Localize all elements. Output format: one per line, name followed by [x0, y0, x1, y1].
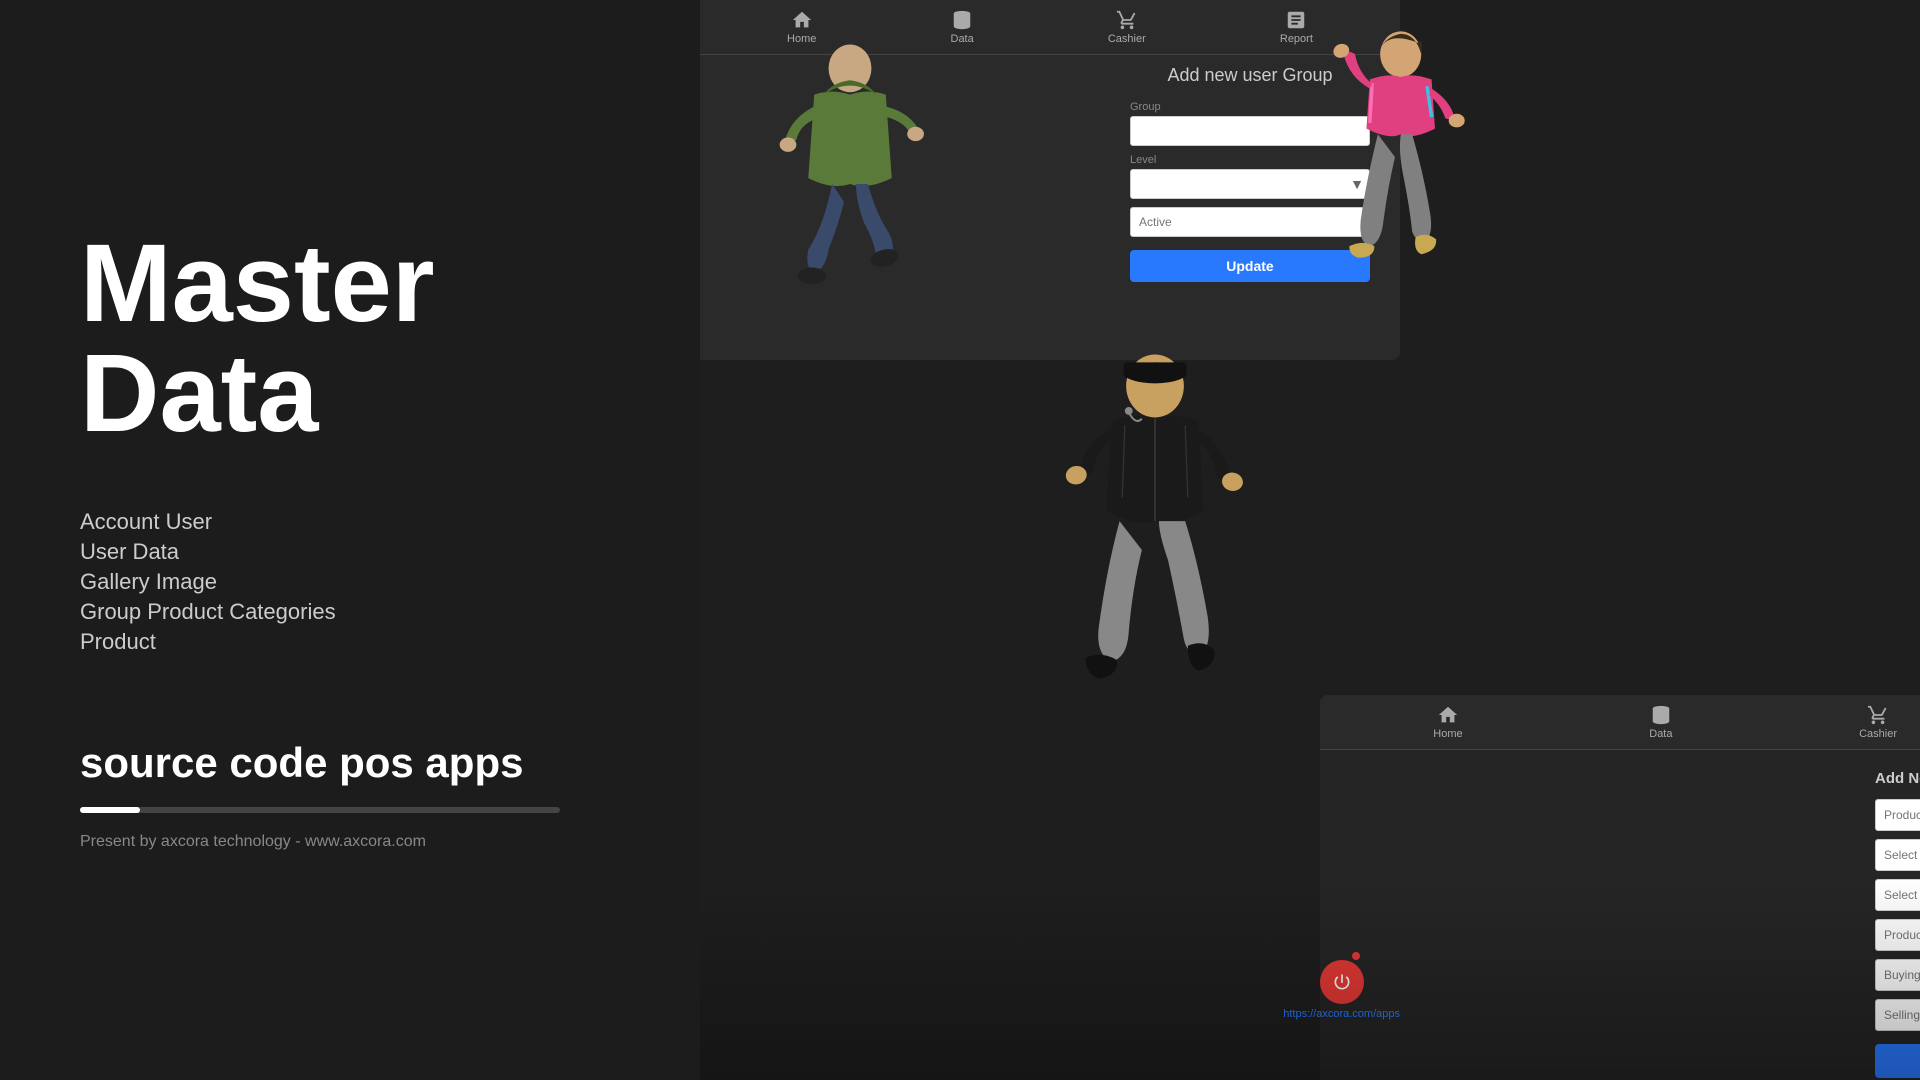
product-title-input[interactable] [1875, 799, 1920, 831]
cashier-icon-top [1116, 9, 1138, 31]
product-category-input[interactable] [1875, 839, 1920, 871]
nav-home-bottom[interactable]: Home [1433, 704, 1462, 740]
title-line2: Data [80, 332, 318, 455]
cashier-label-top: Cashier [1108, 33, 1146, 45]
dancer-figure-1 [760, 35, 940, 345]
product-photo-input[interactable] [1875, 879, 1920, 911]
data-icon-bottom [1650, 704, 1672, 726]
nav-account-user[interactable]: Account User [80, 509, 620, 535]
power-button[interactable] [1320, 960, 1364, 1004]
cashier-label-bottom: Cashier [1859, 728, 1897, 740]
home-icon-bottom [1437, 704, 1459, 726]
bottom-nav-bar: Home Data Cashier Report [1320, 695, 1920, 750]
navigation-list: Account User User Data Gallery Image Gro… [80, 509, 620, 659]
nav-cashier-bottom[interactable]: Cashier [1859, 704, 1897, 740]
buying-price-wrapper: ▲▼ [1875, 959, 1920, 991]
report-label-top: Report [1280, 33, 1313, 45]
product-form-container: Add New Product ▲▼ ▲▼ [1850, 750, 1920, 1080]
selling-price-wrapper: ▲▼ [1875, 999, 1920, 1031]
product-qty-input[interactable] [1875, 919, 1920, 951]
product-qty-wrapper: ▲▼ [1875, 919, 1920, 951]
dancer-bottom-center [1010, 340, 1320, 770]
report-icon-top [1285, 9, 1307, 31]
selling-price-input[interactable] [1875, 999, 1920, 1031]
dancer-figure-3 [1010, 340, 1300, 760]
main-title: Master Data [80, 229, 620, 449]
source-code-text: source code pos apps [80, 739, 620, 787]
dancer-right-top [1310, 0, 1510, 340]
bottom-panel-inner: Home Data Cashier Report Add New Product [1320, 695, 1920, 1080]
nav-report-top[interactable]: Report [1280, 9, 1313, 45]
cashier-icon-bottom [1867, 704, 1889, 726]
power-button-area: https://axcora.com/apps [1283, 960, 1400, 1020]
right-section: Home Data Cashier Report Add new [700, 0, 1920, 1080]
url-link[interactable]: https://axcora.com/apps [1283, 1008, 1400, 1020]
progress-bar-fill [80, 807, 140, 813]
progress-bar-container [80, 807, 560, 813]
power-icon [1332, 972, 1352, 992]
dancer-left-top [760, 5, 980, 345]
red-dot-decoration [1352, 952, 1360, 960]
nav-group-product-categories[interactable]: Group Product Categories [80, 599, 620, 625]
buying-price-input[interactable] [1875, 959, 1920, 991]
nav-product[interactable]: Product [80, 629, 620, 655]
dancer-figure-2 [1310, 20, 1480, 340]
title-line1: Master [80, 222, 435, 345]
data-label-bottom: Data [1649, 728, 1672, 740]
nav-user-data[interactable]: User Data [80, 539, 620, 565]
present-text: Present by axcora technology - www.axcor… [80, 833, 620, 851]
nav-cashier-top[interactable]: Cashier [1108, 9, 1146, 45]
nav-gallery-image[interactable]: Gallery Image [80, 569, 620, 595]
product-form-title: Add New Product [1875, 770, 1920, 787]
left-section: Master Data Account User User Data Galle… [0, 0, 700, 1080]
nav-data-bottom[interactable]: Data [1649, 704, 1672, 740]
add-product-button[interactable]: Add product [1875, 1044, 1920, 1078]
home-label-bottom: Home [1433, 728, 1462, 740]
